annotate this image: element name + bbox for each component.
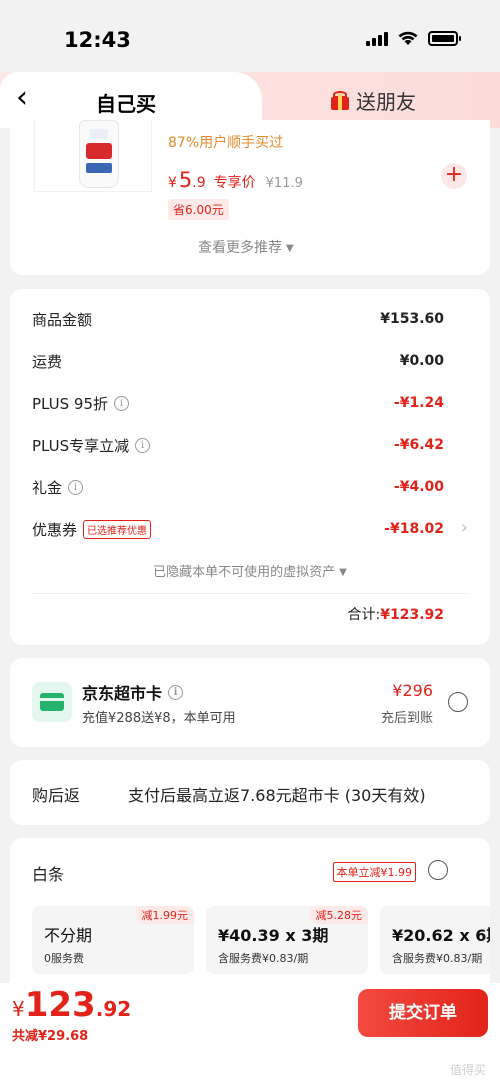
bought-rate-text: 87%用户顺手买过: [168, 135, 284, 151]
summary-row-plus-discount: PLUS 95折 i -¥1.24: [32, 394, 444, 413]
chevron-down-icon: ▼: [339, 567, 347, 578]
baitiao-radio[interactable]: [428, 860, 448, 880]
wifi-icon: [398, 31, 418, 45]
product-price: ¥ 5 .9 专享价 ¥11.9: [168, 168, 303, 192]
plus-icon[interactable]: +: [441, 163, 467, 189]
market-card-title: 京东超市卡 i: [82, 680, 184, 704]
installment-plan[interactable]: ¥20.62 x 6期 含服务费¥0.83/期: [380, 906, 490, 974]
market-card-radio[interactable]: [448, 692, 468, 712]
chevron-right-icon[interactable]: ›: [461, 517, 468, 538]
summary-row-shipping: 运费 ¥0.00: [32, 352, 444, 371]
cashback-label: 购后返: [32, 786, 81, 805]
cashback-text: 支付后最高立返7.68元超市卡 (30天有效): [128, 786, 426, 805]
card-icon: [32, 682, 72, 722]
more-recommend-link[interactable]: 查看更多推荐 ▼: [198, 237, 294, 257]
info-icon[interactable]: i: [68, 479, 84, 495]
tab-gift-friend-label: 送朋友: [356, 90, 416, 114]
installment-plan[interactable]: 减1.99元 不分期 0服务费: [32, 906, 194, 974]
final-price: ¥ 123 .92: [12, 985, 132, 1025]
summary-row-gift-money: 礼金 i -¥4.00: [32, 478, 444, 497]
original-price: ¥11.9: [265, 176, 303, 191]
info-icon[interactable]: i: [135, 437, 151, 453]
signal-icon: [366, 31, 388, 46]
total-amount: 合计:¥123.92: [347, 607, 444, 623]
save-badge: 省6.00元: [168, 199, 229, 220]
market-card-note: 充后到账: [380, 711, 433, 726]
gift-icon: [330, 90, 350, 111]
total-saved: 共减¥29.68: [12, 1029, 89, 1044]
baitiao-payment-card: 白条 本单立减¥1.99 减1.99元 不分期 0服务费 减5.28元 ¥40.…: [10, 838, 490, 998]
battery-icon: [428, 30, 461, 46]
watermark: 值得买: [449, 1063, 486, 1077]
tab-self-buy-label: 自己买: [96, 92, 156, 116]
checkout-bar: ¥ 123 .92 共减¥29.68 提交订单 值得买: [0, 983, 500, 1087]
installment-plans: 减1.99元 不分期 0服务费 减5.28元 ¥40.39 x 3期 含服务费¥…: [32, 906, 490, 974]
tab-gift-friend[interactable]: 送朋友: [330, 86, 416, 115]
back-icon[interactable]: ‹: [16, 83, 38, 114]
info-icon[interactable]: i: [114, 395, 130, 411]
baitiao-discount-badge: 本单立减¥1.99: [332, 862, 416, 882]
supermarket-card-option: 京东超市卡 i 充值¥288送¥8，本单可用 ¥296 充后到账: [10, 658, 490, 747]
recommend-product-card: 87%用户顺手买过 ¥ 5 .9 专享价 ¥11.9 省6.00元 + 查看更多…: [10, 120, 490, 275]
market-card-subtitle: 充值¥288送¥8，本单可用: [82, 711, 236, 726]
market-card-price: ¥296: [392, 681, 433, 700]
summary-row-coupon[interactable]: 优惠券 已选推荐优惠 -¥18.02: [32, 517, 444, 541]
baitiao-label: 白条: [32, 865, 65, 884]
summary-row-plus-reduction: PLUS专享立减 i -¥6.42: [32, 436, 444, 455]
hidden-assets-toggle[interactable]: 已隐藏本单不可使用的虚拟资产 ▼: [10, 561, 490, 580]
product-image[interactable]: [34, 120, 152, 192]
price-summary-card: 商品金额 ¥153.60 运费 ¥0.00 PLUS 95折 i -¥1.24 P…: [10, 289, 490, 645]
status-time: 12:43: [64, 28, 131, 52]
price-tag: 专享价: [213, 175, 256, 191]
summary-row-goods: 商品金额 ¥153.60: [32, 310, 444, 329]
coupon-selected-badge: 已选推荐优惠: [83, 519, 152, 539]
submit-order-button[interactable]: 提交订单: [358, 989, 488, 1037]
info-icon[interactable]: i: [168, 684, 184, 700]
status-icons: [366, 30, 461, 46]
installment-plan[interactable]: 减5.28元 ¥40.39 x 3期 含服务费¥0.83/期: [206, 906, 368, 974]
cashback-card: 购后返 支付后最高立返7.68元超市卡 (30天有效): [10, 760, 490, 825]
status-bar: 12:43: [0, 0, 500, 75]
chevron-down-icon: ▼: [286, 243, 294, 254]
divider: [32, 593, 468, 594]
